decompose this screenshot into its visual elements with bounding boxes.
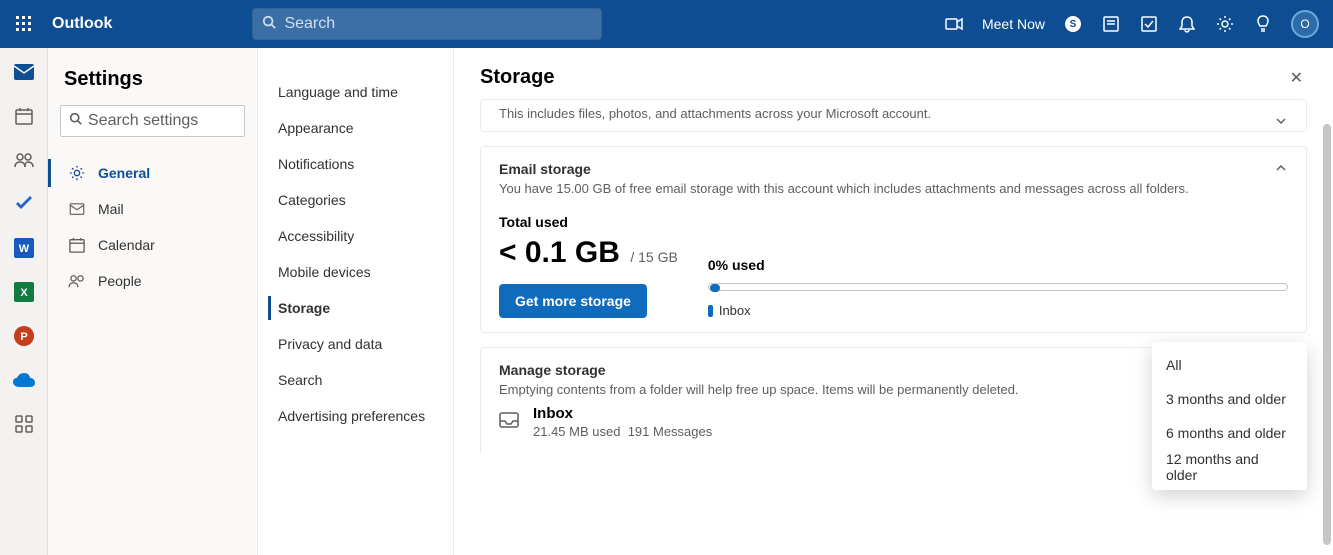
subnav-accessibility[interactable]: Accessibility xyxy=(258,218,453,254)
close-icon[interactable]: ✕ xyxy=(1290,68,1303,88)
folder-count: 191 Messages xyxy=(628,424,713,439)
page-title: Storage xyxy=(480,66,554,89)
subnav-categories[interactable]: Categories xyxy=(258,182,453,218)
mail-icon xyxy=(68,200,86,218)
subnav-search[interactable]: Search xyxy=(258,362,453,398)
storage-progress-bar xyxy=(708,283,1288,291)
total-used-label: Total used xyxy=(499,214,678,230)
account-avatar[interactable]: O xyxy=(1291,10,1319,38)
skype-icon[interactable]: S xyxy=(1063,14,1083,34)
rail-onedrive-icon[interactable] xyxy=(12,368,36,392)
percent-used-label: 0% used xyxy=(708,257,1288,273)
bell-icon[interactable] xyxy=(1177,14,1197,34)
settings-nav-label: People xyxy=(98,273,142,289)
search-icon xyxy=(69,112,82,130)
subnav-language[interactable]: Language and time xyxy=(258,74,453,110)
dropdown-item-all[interactable]: All xyxy=(1152,348,1307,382)
get-more-storage-button[interactable]: Get more storage xyxy=(499,284,647,318)
scrollbar[interactable] xyxy=(1323,124,1331,545)
folder-name: Inbox xyxy=(533,405,1198,422)
storage-legend: Inbox xyxy=(708,303,1288,318)
inbox-icon xyxy=(499,412,519,433)
subnav-appearance[interactable]: Appearance xyxy=(258,110,453,146)
email-storage-card: Email storage You have 15.00 GB of free … xyxy=(480,146,1307,333)
overall-storage-card: This includes files, photos, and attachm… xyxy=(480,99,1307,132)
chevron-up-icon[interactable] xyxy=(1274,161,1288,180)
brand-label: Outlook xyxy=(52,15,112,33)
chevron-down-icon[interactable] xyxy=(1274,114,1288,133)
rail-powerpoint-icon[interactable]: P xyxy=(12,324,36,348)
people-icon xyxy=(68,272,86,290)
header-right: Meet Now S O xyxy=(944,10,1325,38)
settings-nav-people[interactable]: People xyxy=(60,263,245,299)
legend-inbox-label: Inbox xyxy=(719,303,751,318)
email-storage-title: Email storage xyxy=(499,161,1288,177)
left-rail: W X P xyxy=(0,48,48,555)
app-launcher-icon[interactable] xyxy=(8,8,40,40)
settings-nav-label: General xyxy=(98,165,150,181)
rail-excel-icon[interactable]: X xyxy=(12,280,36,304)
subnav-notifications[interactable]: Notifications xyxy=(258,146,453,182)
global-search-input[interactable]: Search xyxy=(252,8,602,40)
settings-subnav: Language and time Appearance Notificatio… xyxy=(258,48,454,555)
legend-dot xyxy=(708,305,713,317)
dropdown-item-12mo[interactable]: 12 months and older xyxy=(1152,450,1307,484)
storage-progress-fill xyxy=(710,284,720,292)
settings-nav-calendar[interactable]: Calendar xyxy=(60,227,245,263)
rail-people-icon[interactable] xyxy=(12,148,36,172)
subnav-privacy[interactable]: Privacy and data xyxy=(258,326,453,362)
rail-todo-icon[interactable] xyxy=(12,192,36,216)
settings-nav-mail[interactable]: Mail xyxy=(60,191,245,227)
settings-nav-label: Mail xyxy=(98,201,124,217)
rail-calendar-icon[interactable] xyxy=(12,104,36,128)
meet-video-icon[interactable] xyxy=(944,14,964,34)
rail-mail-icon[interactable] xyxy=(12,60,36,84)
rail-apps-icon[interactable] xyxy=(12,412,36,436)
folder-meta: 21.45 MB used 191 Messages xyxy=(533,424,1198,439)
settings-nav-general[interactable]: General xyxy=(60,155,245,191)
dropdown-item-3mo[interactable]: 3 months and older xyxy=(1152,382,1307,416)
meet-now-button[interactable]: Meet Now xyxy=(982,16,1045,32)
empty-dropdown-menu: All 3 months and older 6 months and olde… xyxy=(1152,342,1307,490)
settings-title: Settings xyxy=(60,68,245,91)
settings-search-input[interactable]: Search settings xyxy=(60,105,245,137)
rail-word-icon[interactable]: W xyxy=(12,236,36,260)
onenote-icon[interactable] xyxy=(1101,14,1121,34)
svg-text:S: S xyxy=(1070,19,1077,30)
calendar-icon xyxy=(68,236,86,254)
folder-used: 21.45 MB used xyxy=(533,424,620,439)
gear-icon xyxy=(68,164,86,182)
svg-text:X: X xyxy=(20,287,28,299)
email-storage-desc: You have 15.00 GB of free email storage … xyxy=(499,181,1288,196)
settings-nav-label: Calendar xyxy=(98,237,155,253)
overall-storage-note: This includes files, photos, and attachm… xyxy=(499,106,1288,121)
gear-icon[interactable] xyxy=(1215,14,1235,34)
svg-text:P: P xyxy=(20,331,27,343)
subnav-storage[interactable]: Storage xyxy=(258,290,453,326)
settings-search-placeholder: Search settings xyxy=(88,112,198,130)
dropdown-item-6mo[interactable]: 6 months and older xyxy=(1152,416,1307,450)
total-used-of: / 15 GB xyxy=(630,249,677,265)
total-used-value: < 0.1 GB xyxy=(499,236,620,269)
main-panel: Storage ✕ This includes files, photos, a… xyxy=(454,48,1333,555)
lightbulb-icon[interactable] xyxy=(1253,14,1273,34)
todo-icon[interactable] xyxy=(1139,14,1159,34)
subnav-mobile[interactable]: Mobile devices xyxy=(258,254,453,290)
svg-text:W: W xyxy=(18,243,29,255)
global-search-placeholder: Search xyxy=(284,15,335,33)
search-icon xyxy=(262,15,276,34)
subnav-advertising[interactable]: Advertising preferences xyxy=(258,398,453,434)
settings-sidebar: Settings Search settings General Mail Ca… xyxy=(48,48,258,555)
app-header: Outlook Search Meet Now S O xyxy=(0,0,1333,48)
